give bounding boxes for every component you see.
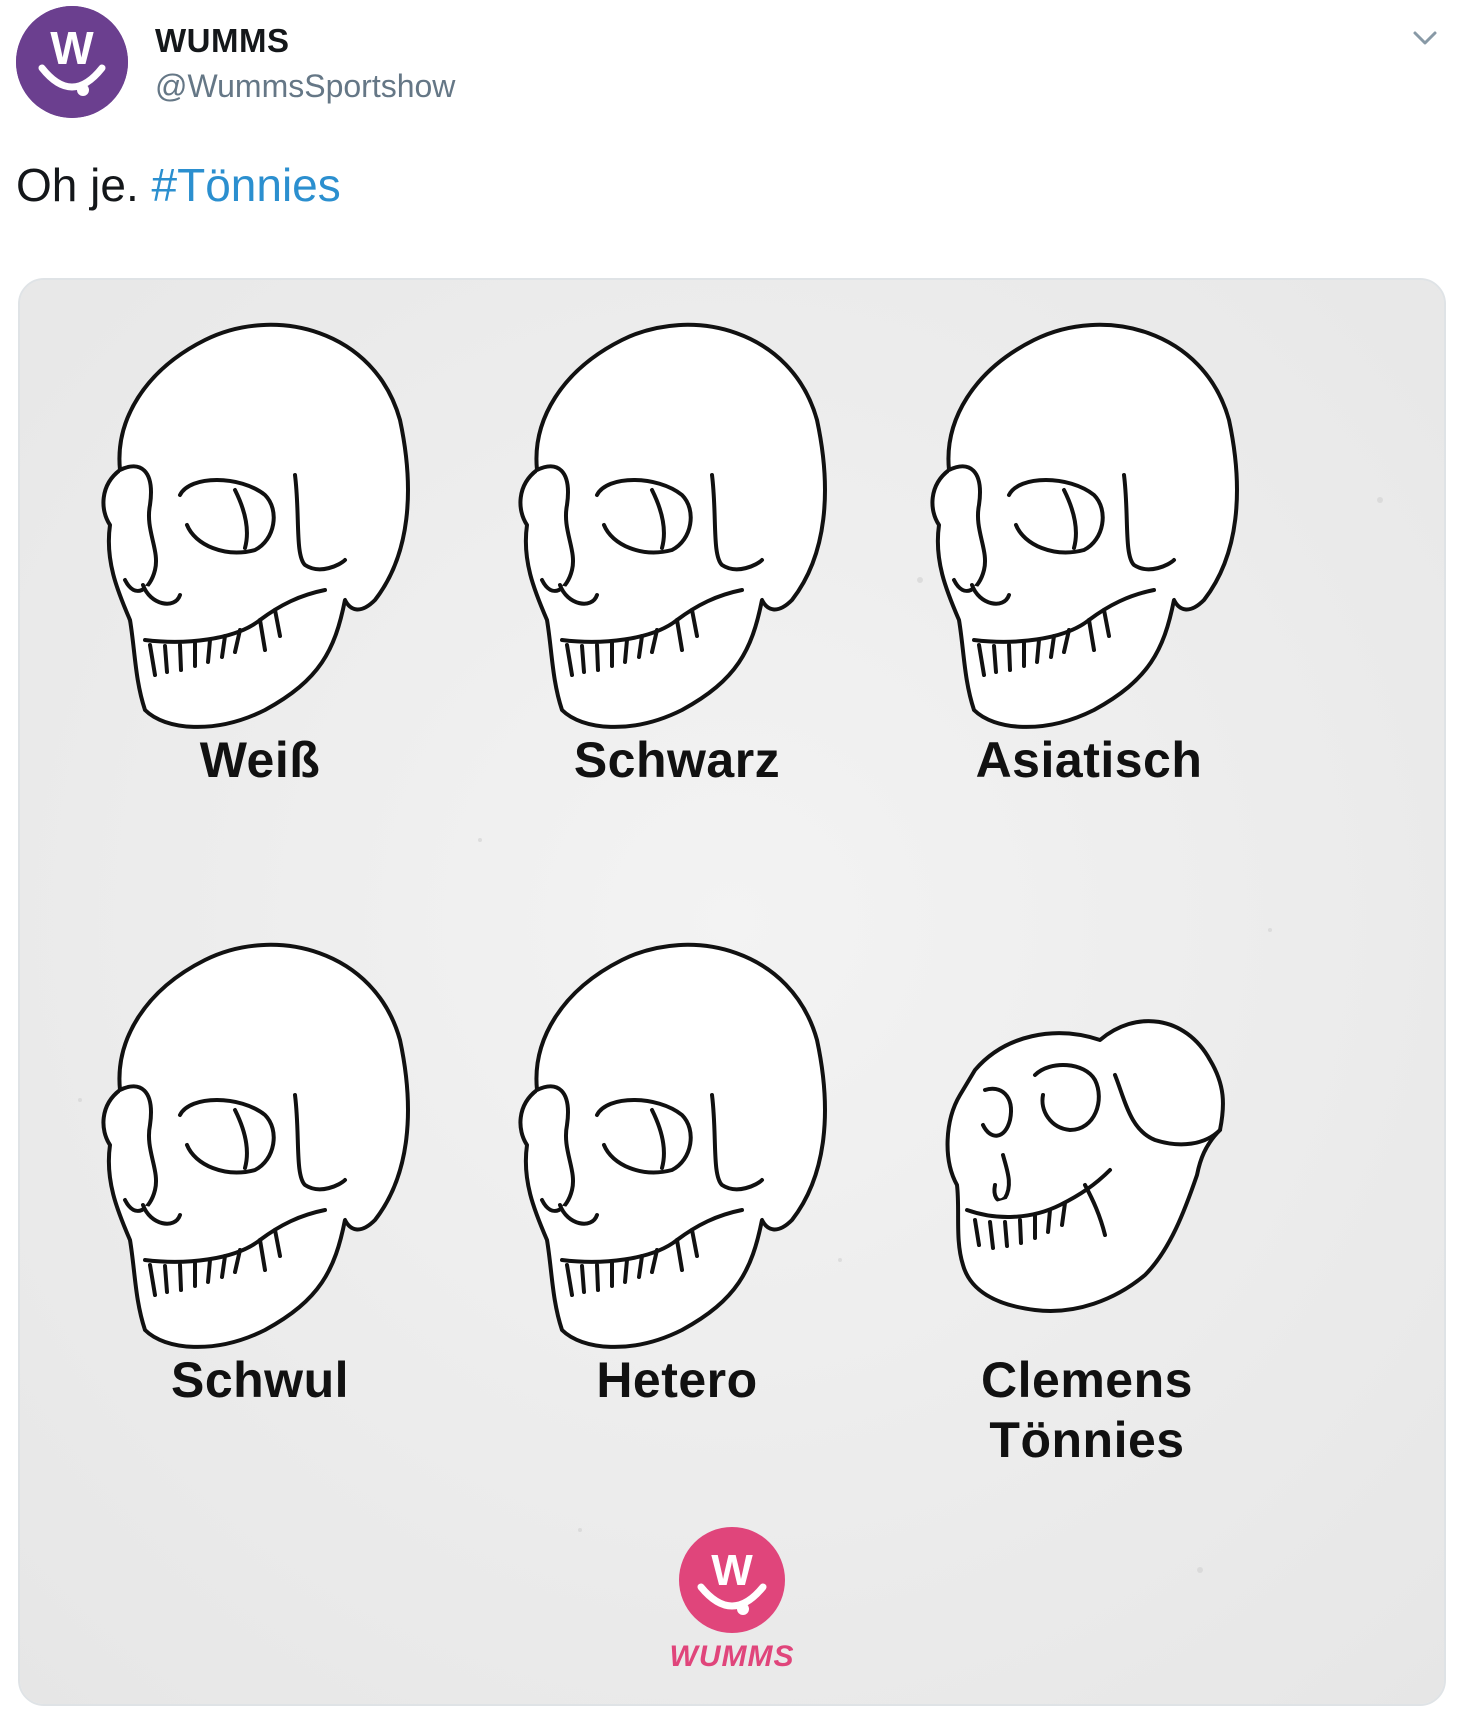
tweet-text: Oh je. #Tönnies	[16, 158, 341, 212]
brand-logo-letter: W	[711, 1546, 753, 1595]
label-schwarz: Schwarz	[573, 732, 781, 788]
account-handle[interactable]: @WummsSportshow	[155, 68, 455, 105]
skull-illustration-hetero	[518, 942, 827, 1349]
tweet-text-body: Oh je.	[16, 159, 139, 211]
label-weiss: Weiß	[199, 732, 321, 788]
wumms-brand-logo: W	[679, 1527, 785, 1633]
wumms-avatar-logo: W	[16, 6, 128, 118]
label-clemens-toennies: Clemens Tönnies	[877, 1350, 1297, 1470]
avatar-letter: W	[50, 22, 94, 74]
chevron-down-icon	[1413, 31, 1437, 45]
account-display-name[interactable]: WUMMS	[155, 22, 289, 60]
hashtag-link[interactable]: #Tönnies	[152, 159, 341, 211]
label-asiatisch: Asiatisch	[975, 732, 1203, 788]
label-hetero: Hetero	[596, 1352, 758, 1408]
tweet-menu-button[interactable]	[1405, 18, 1445, 58]
tweet-header: W WUMMS @WummsSportshow	[0, 0, 1460, 130]
skull-illustration-asiatisch	[930, 322, 1239, 729]
ape-skull-illustration	[945, 1019, 1225, 1313]
tweet-media-image[interactable]: Weiß Schwarz Asiatisch Schwul Hetero Cle…	[18, 278, 1446, 1706]
skull-illustration-schwul	[101, 942, 410, 1349]
wumms-brand-name: WUMMS	[669, 1640, 795, 1673]
skull-illustration-schwarz	[518, 322, 827, 729]
skull-illustration-weiss	[101, 322, 410, 729]
label-clemens-line2: Tönnies	[989, 1412, 1185, 1468]
label-clemens-line1: Clemens	[981, 1352, 1193, 1408]
account-avatar[interactable]: W	[16, 6, 128, 118]
label-schwul: Schwul	[170, 1352, 350, 1408]
